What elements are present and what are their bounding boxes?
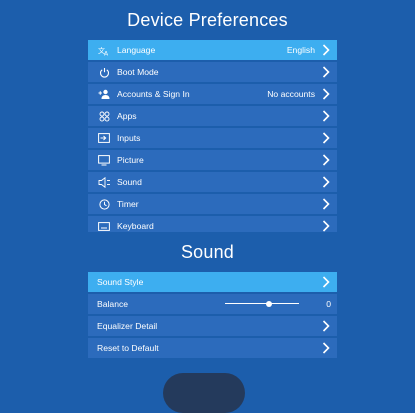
menu-item-balance[interactable]: Balance 0 <box>88 294 337 314</box>
menu-item-boot-mode[interactable]: Boot Mode <box>88 62 337 82</box>
input-icon <box>97 132 111 144</box>
monitor-icon <box>97 154 111 166</box>
keyboard-icon <box>97 220 111 232</box>
menu-item-label: Boot Mode <box>117 67 159 77</box>
menu-item-label: Sound <box>117 177 142 187</box>
menu-item-label: Sound Style <box>97 277 144 287</box>
chevron-right-icon <box>321 198 331 210</box>
menu-item-label: Timer <box>117 199 139 209</box>
apps-grid-icon <box>97 110 111 122</box>
menu-item-label: Inputs <box>117 133 141 143</box>
chevron-right-icon <box>321 110 331 122</box>
menu-item-reset-to-default[interactable]: Reset to Default <box>88 338 337 358</box>
power-icon <box>97 66 111 78</box>
balance-slider-track[interactable] <box>225 303 299 304</box>
chevron-right-icon <box>321 66 331 78</box>
device-preferences-list: 文A Language English Boot Mode Accounts &… <box>88 40 337 232</box>
chevron-right-icon <box>321 276 331 288</box>
menu-item-picture[interactable]: Picture <box>88 150 337 170</box>
translate-icon: 文A <box>97 44 111 56</box>
clock-icon <box>97 198 111 210</box>
chevron-right-icon <box>321 320 331 332</box>
menu-item-keyboard[interactable]: Keyboard <box>88 216 337 232</box>
menu-item-equalizer-detail[interactable]: Equalizer Detail <box>88 316 337 336</box>
menu-item-label: Reset to Default <box>97 343 159 353</box>
chevron-right-icon <box>321 342 331 354</box>
menu-item-label: Balance <box>97 299 129 309</box>
account-add-icon <box>97 88 111 100</box>
sound-title: Sound <box>180 242 235 262</box>
chevron-right-icon <box>321 44 331 56</box>
tv-settings-screen: Device Preferences 文A Language English B… <box>0 0 415 413</box>
menu-item-label: Picture <box>117 155 144 165</box>
balance-slider-handle[interactable] <box>266 300 273 307</box>
menu-item-sound-style[interactable]: Sound Style <box>88 272 337 292</box>
bottom-navigation-pill <box>163 373 245 413</box>
device-preferences-title: Device Preferences <box>127 10 288 30</box>
menu-item-value: English <box>286 45 315 55</box>
menu-item-apps[interactable]: Apps <box>88 106 337 126</box>
menu-item-value: No accounts <box>267 89 315 99</box>
menu-item-timer[interactable]: Timer <box>88 194 337 214</box>
menu-item-label: Apps <box>117 111 137 121</box>
chevron-right-icon <box>321 88 331 100</box>
sound-list: Sound Style Balance 0 Equalizer Detail R… <box>88 272 337 360</box>
chevron-right-icon <box>321 154 331 166</box>
balance-value: 0 <box>326 299 331 309</box>
chevron-right-icon <box>321 176 331 188</box>
chevron-right-icon <box>321 220 331 232</box>
menu-item-label: Keyboard <box>117 221 154 231</box>
menu-item-language[interactable]: 文A Language English <box>88 40 337 60</box>
speaker-icon <box>97 176 111 188</box>
menu-item-label: Equalizer Detail <box>97 321 158 331</box>
menu-item-label: Language <box>117 45 156 55</box>
menu-item-accounts[interactable]: Accounts & Sign In No accounts <box>88 84 337 104</box>
menu-item-sound[interactable]: Sound <box>88 172 337 192</box>
menu-item-label: Accounts & Sign In <box>117 89 190 99</box>
svg-text:A: A <box>104 50 109 56</box>
menu-item-inputs[interactable]: Inputs <box>88 128 337 148</box>
chevron-right-icon <box>321 132 331 144</box>
